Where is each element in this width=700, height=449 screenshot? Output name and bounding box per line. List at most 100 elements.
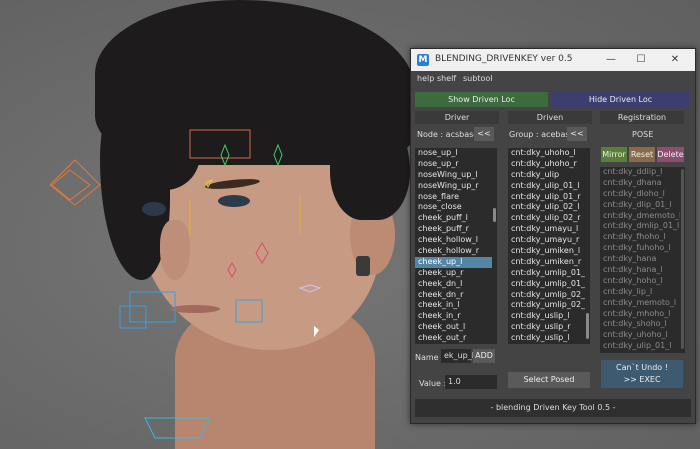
reset-button[interactable]: Reset <box>629 147 655 162</box>
rig-control-cheek <box>255 242 269 264</box>
menu-help[interactable]: help <box>417 74 434 83</box>
pose-scroll-thumb[interactable] <box>681 169 684 349</box>
driver-list-item[interactable]: cheek_puff_l <box>415 213 492 224</box>
driver-list-item[interactable]: cheek_puff_r <box>415 224 492 235</box>
pose-list-item[interactable]: cnt:dky_ulip_01_l <box>600 341 680 352</box>
driven-list-item[interactable]: cnt:dky_uslip_l <box>508 333 585 344</box>
status-bar: - blending Driven Key Tool 0.5 - <box>415 399 691 417</box>
pose-label: POSE <box>632 130 654 139</box>
pose-list-item[interactable]: cnt:dky_dmlip_01_l <box>600 221 680 232</box>
driven-list-item[interactable]: cnt:dky_umiken_l <box>508 246 585 257</box>
rig-control-lid <box>205 178 214 189</box>
driver-list-item[interactable]: cheek_hollow_r <box>415 246 492 257</box>
driver-scroll-thumb[interactable] <box>493 208 496 222</box>
driver-list-item[interactable]: cheek_dn_l <box>415 279 492 290</box>
driver-list[interactable]: nose_up_l nose_up_r noseWing_up_l noseWing_… <box>415 148 492 344</box>
rig-control-ear <box>298 284 322 293</box>
pose-list-item[interactable]: cnt:dky_hana_l <box>600 265 680 276</box>
driven-list[interactable]: cnt:dky_uhoho_l cnt:dky_uhoho_r cnt:dky_ul… <box>508 148 585 344</box>
driver-list-item[interactable]: cheek_in_r <box>415 311 492 322</box>
pose-list-item[interactable]: cnt:dky_dmemoto_l <box>600 211 680 222</box>
driven-list-item[interactable]: cnt:dky_uslip_r <box>508 322 585 333</box>
pose-list-item[interactable]: cnt:dky_fhoho_l <box>600 232 680 243</box>
driver-list-item[interactable]: nose_flare <box>415 192 492 203</box>
driver-scrollbar[interactable] <box>492 148 497 344</box>
mirror-button[interactable]: Mirror <box>601 147 627 162</box>
menu-bar: help shelf subtool <box>411 71 695 87</box>
menu-subtool[interactable]: subtool <box>463 74 492 83</box>
pose-list-item[interactable]: cnt:dky_lip_l <box>600 287 680 298</box>
driver-list-item[interactable]: nose_up_l <box>415 148 492 159</box>
pose-list[interactable]: cnt:dky_ddlip_l cnt:dky_dhana cnt:dky_dloh… <box>600 167 680 353</box>
driver-load-button[interactable]: << <box>474 127 494 141</box>
maximize-icon[interactable]: ☐ <box>627 52 655 68</box>
driver-list-item[interactable]: cheek_out_l <box>415 322 492 333</box>
driver-list-item[interactable]: noseWing_up_r <box>415 181 492 192</box>
rig-control-head-diamond <box>49 159 101 206</box>
minimize-icon[interactable]: — <box>597 52 625 68</box>
driven-scroll-thumb[interactable] <box>586 313 589 339</box>
show-driven-loc-button[interactable]: Show Driven Loc <box>415 92 548 107</box>
menu-shelf[interactable]: shelf <box>437 74 456 83</box>
pose-list-item[interactable]: cnt:dky_memoto_l <box>600 298 680 309</box>
pose-list-item[interactable]: cnt:dky_hana <box>600 254 680 265</box>
driven-list-item[interactable]: cnt:dky_ulip_02_l <box>508 202 585 213</box>
rig-control-brow-r <box>273 143 283 167</box>
driver-list-item[interactable]: cheek_dn_r <box>415 290 492 301</box>
mouse-cursor <box>314 326 319 337</box>
pose-scrollbar[interactable] <box>680 167 685 353</box>
blending-drivenkey-window: M BLENDING_DRIVENKEY ver 0.5 — ☐ ✕ help … <box>410 48 696 424</box>
rig-control-cheek-2 <box>227 261 237 279</box>
rig-controls[interactable] <box>0 0 410 449</box>
node-label: Node : acsbase <box>417 130 479 139</box>
value-label: Value : <box>419 379 447 388</box>
driven-list-item[interactable]: cnt:dky_umlip_02_l <box>508 290 585 301</box>
driven-list-item[interactable]: cnt:dky_umlip_01_r <box>508 279 585 290</box>
driver-list-item[interactable]: nose_close <box>415 202 492 213</box>
driven-list-item[interactable]: cnt:dky_uhoho_l <box>508 148 585 159</box>
driven-list-item[interactable]: cnt:dky_ulip_02_r <box>508 213 585 224</box>
window-title: BLENDING_DRIVENKEY ver 0.5 <box>435 54 573 64</box>
pose-list-item[interactable]: cnt:dky_hoho_l <box>600 276 680 287</box>
driver-list-item[interactable]: cheek_in_l <box>415 300 492 311</box>
pose-list-item[interactable]: cnt:dky_dlip_01_l <box>600 200 680 211</box>
driven-list-item[interactable]: cnt:dky_umayu_r <box>508 235 585 246</box>
driver-list-item[interactable]: cheek_hollow_l <box>415 235 492 246</box>
driven-list-item[interactable]: cnt:dky_umayu_l <box>508 224 585 235</box>
driven-load-button[interactable]: << <box>567 127 587 141</box>
delete-button[interactable]: Delete <box>657 147 684 162</box>
driven-list-item[interactable]: cnt:dky_umlip_02_r <box>508 300 585 311</box>
driven-scrollbar[interactable] <box>585 148 590 344</box>
close-icon[interactable]: ✕ <box>661 52 689 68</box>
pose-list-item[interactable]: cnt:dky_fuhoho_l <box>600 243 680 254</box>
exec-label: >> EXEC <box>623 375 661 384</box>
pose-list-item[interactable]: cnt:dky_dloho_l <box>600 189 680 200</box>
driven-list-item[interactable]: cnt:dky_ulip <box>508 170 585 181</box>
rig-control-mouth-box <box>235 299 263 323</box>
select-posed-button[interactable]: Select Posed <box>508 372 590 388</box>
pose-list-item[interactable]: cnt:dky_uhoho_l <box>600 330 680 341</box>
driver-list-item[interactable]: cheek_up_l <box>415 256 492 268</box>
pose-list-item[interactable]: cnt:dky_shoho_l <box>600 319 680 330</box>
registration-header: Registration <box>600 111 684 124</box>
driver-list-item[interactable]: nose_up_r <box>415 159 492 170</box>
driven-list-item[interactable]: cnt:dky_umlip_01_l <box>508 268 585 279</box>
value-field[interactable]: 1.0 <box>445 375 497 389</box>
driven-list-item[interactable]: cnt:dky_ulip_01_l <box>508 181 585 192</box>
pose-list-item[interactable]: cnt:dky_dhana <box>600 178 680 189</box>
driver-list-item[interactable]: noseWing_up_l <box>415 170 492 181</box>
driven-list-item[interactable]: cnt:dky_umiken_r <box>508 257 585 268</box>
pose-list-item[interactable]: cnt:dky_ddlip_l <box>600 167 680 178</box>
add-button[interactable]: ADD <box>473 349 495 363</box>
exec-button[interactable]: Can`t Undo ! >> EXEC <box>601 360 683 388</box>
title-bar[interactable]: M BLENDING_DRIVENKEY ver 0.5 — ☐ ✕ <box>411 49 695 71</box>
driver-list-item[interactable]: cheek_out_r <box>415 333 492 344</box>
driver-list-item[interactable]: cheek_up_r <box>415 268 492 279</box>
driven-list-item[interactable]: cnt:dky_ulip_01_r <box>508 192 585 203</box>
name-field[interactable]: ek_up_l <box>441 349 474 363</box>
rig-control-neck <box>144 417 211 439</box>
hide-driven-loc-button[interactable]: Hide Driven Loc <box>552 92 689 107</box>
driven-list-item[interactable]: cnt:dky_uhoho_r <box>508 159 585 170</box>
pose-list-item[interactable]: cnt:dky_mhoho_l <box>600 309 680 320</box>
driven-list-item[interactable]: cnt:dky_uslip_l <box>508 311 585 322</box>
